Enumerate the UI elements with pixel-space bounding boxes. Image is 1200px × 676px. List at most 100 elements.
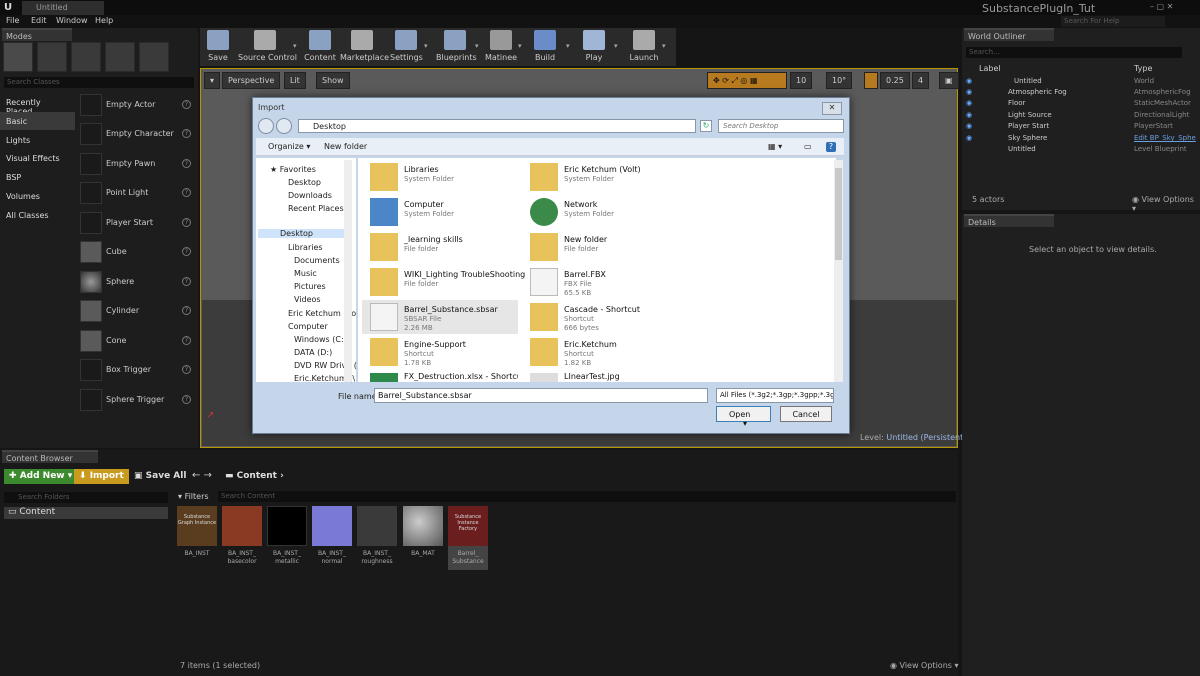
- outliner-view-options[interactable]: ◉ View Options ▾: [1132, 195, 1200, 213]
- help-icon[interactable]: ?: [182, 306, 191, 315]
- outliner-row[interactable]: ◉ Light Source DirectionalLight: [966, 111, 1196, 122]
- place-mode-icon[interactable]: [3, 42, 33, 72]
- tab-content-browser[interactable]: Content Browser: [2, 450, 98, 463]
- place-item-cone[interactable]: Cone?: [78, 328, 194, 356]
- file-name-input[interactable]: Barrel_Substance.sbsar: [374, 388, 708, 403]
- help-icon[interactable]: ?: [182, 129, 191, 138]
- help-icon[interactable]: ?: [182, 188, 191, 197]
- help-icon[interactable]: ?: [182, 395, 191, 404]
- nav-scrollbar[interactable]: [344, 160, 352, 382]
- tab-world-outliner[interactable]: World Outliner: [964, 28, 1054, 41]
- folder-content[interactable]: ▭ Content: [4, 507, 168, 519]
- category-volumes[interactable]: Volumes: [0, 187, 75, 205]
- place-item-point-light[interactable]: Point Light?: [78, 180, 194, 208]
- help-icon[interactable]: ?: [182, 247, 191, 256]
- place-item-empty-actor[interactable]: Empty Actor?: [78, 92, 194, 120]
- file-item[interactable]: Libraries System Folder: [362, 160, 518, 194]
- nav-downloads[interactable]: Downloads: [288, 191, 332, 200]
- menu-help[interactable]: Help: [95, 16, 113, 25]
- play-button[interactable]: Play: [580, 30, 608, 66]
- nav-pictures[interactable]: Pictures: [294, 282, 326, 291]
- asset-tile[interactable]: BA_INST_ roughness: [357, 506, 397, 566]
- nav-videos[interactable]: Videos: [294, 295, 321, 304]
- lit-button[interactable]: Lit: [284, 72, 306, 89]
- category-lights[interactable]: Lights: [0, 131, 75, 149]
- asset-tile[interactable]: BA_INST_ metallic: [267, 506, 307, 566]
- file-item[interactable]: LInearTest.jpg: [522, 370, 678, 382]
- marketplace-button[interactable]: Marketplace: [340, 30, 389, 66]
- file-item[interactable]: WIKI_Lighting TroubleShooting File folder: [362, 265, 525, 299]
- nav-computer[interactable]: Computer: [288, 322, 328, 331]
- nav-documents[interactable]: Documents: [294, 256, 340, 265]
- nav-desktop[interactable]: Desktop: [258, 229, 344, 238]
- asset-tile[interactable]: BA_INST_ normal: [312, 506, 352, 566]
- nav-windows-c[interactable]: Windows (C:): [294, 335, 347, 344]
- nav-desktop-fav[interactable]: Desktop: [288, 178, 321, 187]
- save-button[interactable]: Save: [204, 30, 232, 66]
- file-type-select[interactable]: All Files (*.3g2;*.3gp;*.3gpp;*.3g: [716, 388, 834, 403]
- maximize-viewport-icon[interactable]: ▣: [939, 72, 959, 89]
- cancel-button[interactable]: Cancel: [780, 406, 832, 422]
- outliner-row[interactable]: ◉ Untitled World: [966, 77, 1196, 88]
- transform-tools[interactable]: ✥ ⟳ ⤢ ◎ ▦: [707, 72, 787, 89]
- place-item-player-start[interactable]: Player Start?: [78, 210, 194, 238]
- settings-button[interactable]: Settings: [390, 30, 423, 66]
- place-item-sphere-trigger[interactable]: Sphere Trigger?: [78, 387, 194, 415]
- search-classes-input[interactable]: Search Classes: [4, 77, 194, 88]
- view-icon[interactable]: ▦ ▾: [768, 142, 782, 151]
- scroll-thumb[interactable]: [835, 168, 842, 260]
- help-icon[interactable]: ?: [182, 218, 191, 227]
- nav-recent-places[interactable]: Recent Places: [288, 204, 344, 213]
- paint-mode-icon[interactable]: [37, 42, 67, 72]
- file-item[interactable]: Cascade - Shortcut Shortcut 666 bytes: [522, 300, 678, 334]
- organize-button[interactable]: Organize ▾: [268, 142, 310, 151]
- save-all-button[interactable]: ▣ Save All: [129, 469, 191, 484]
- category-basic[interactable]: Basic: [0, 112, 75, 130]
- content-button[interactable]: Content: [304, 30, 336, 66]
- outliner-search-input[interactable]: Search...: [966, 47, 1182, 58]
- nav-libraries[interactable]: Libraries: [288, 243, 323, 252]
- place-item-cylinder[interactable]: Cylinder?: [78, 298, 194, 326]
- tab-untitled[interactable]: Untitled: [22, 1, 104, 15]
- matinee-dropdown-icon[interactable]: ▾: [518, 42, 522, 50]
- search-desktop-input[interactable]: Search Desktop: [718, 119, 844, 133]
- help-icon[interactable]: ?: [182, 159, 191, 168]
- search-folders-input[interactable]: Search Folders: [4, 492, 168, 503]
- nav-favorites[interactable]: ★ Favorites: [270, 165, 316, 174]
- preview-pane-icon[interactable]: ▭: [804, 142, 812, 151]
- file-item[interactable]: New folder File folder: [522, 230, 678, 264]
- new-folder-button[interactable]: New folder: [324, 142, 367, 151]
- cb-view-options[interactable]: ◉ View Options ▾: [890, 661, 959, 670]
- file-item-selected[interactable]: Barrel_Substance.sbsar SBSAR File 2.26 MB: [362, 300, 518, 334]
- camera-speed-value[interactable]: 4: [912, 72, 930, 89]
- viewport-options-button[interactable]: ▾: [204, 72, 221, 89]
- geometry-mode-icon[interactable]: [139, 42, 169, 72]
- play-dropdown-icon[interactable]: ▾: [614, 42, 618, 50]
- category-recently-placed[interactable]: Recently Placed: [0, 93, 75, 116]
- source-control-dropdown-icon[interactable]: ▾: [293, 42, 297, 50]
- nav-music[interactable]: Music: [294, 269, 317, 278]
- category-all-classes[interactable]: All Classes: [0, 206, 75, 224]
- settings-dropdown-icon[interactable]: ▾: [424, 42, 428, 50]
- content-path[interactable]: ▬ Content ›: [225, 471, 284, 481]
- file-item[interactable]: Computer System Folder: [362, 195, 518, 229]
- file-item[interactable]: Eric.Ketchum Shortcut 1.82 KB: [522, 335, 678, 369]
- place-item-cube[interactable]: Cube?: [78, 239, 194, 267]
- matinee-button[interactable]: Matinee: [484, 30, 518, 66]
- scale-snap-value[interactable]: 0.25: [880, 72, 910, 89]
- category-visual-effects[interactable]: Visual Effects: [0, 149, 75, 167]
- landscape-mode-icon[interactable]: [71, 42, 101, 72]
- build-button[interactable]: Build: [530, 30, 560, 66]
- outliner-row[interactable]: ◉ Sky Sphere Edit BP_Sky_Sphe: [966, 134, 1196, 145]
- outliner-row[interactable]: ◉ Player Start PlayerStart: [966, 122, 1196, 133]
- window-controls[interactable]: – ▢ ✕: [1150, 2, 1196, 13]
- address-bar[interactable]: Desktop: [298, 119, 696, 133]
- filters-button[interactable]: ▾ Filters: [178, 492, 209, 501]
- asset-tile[interactable]: BA_MAT: [403, 506, 443, 566]
- file-item[interactable]: Network System Folder: [522, 195, 678, 229]
- file-list-scrollbar[interactable]: [834, 160, 843, 382]
- asset-tile[interactable]: BA_INST_ basecolor: [222, 506, 262, 566]
- outliner-row[interactable]: ◉ Atmospheric Fog AtmosphericFog: [966, 88, 1196, 99]
- tab-details[interactable]: Details: [964, 214, 1054, 227]
- help-icon[interactable]: ?: [182, 336, 191, 345]
